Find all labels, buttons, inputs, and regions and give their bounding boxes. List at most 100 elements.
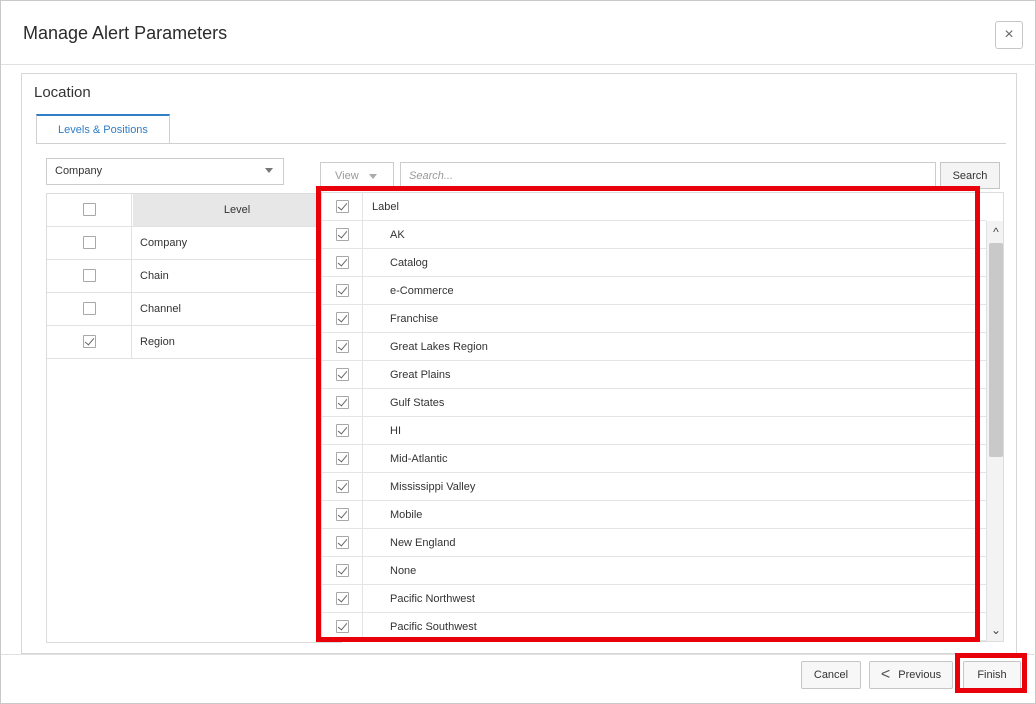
label-list: Label AK Catalog e-Commerce Franchise Great …	[321, 192, 1004, 642]
select-all-labels-checkbox[interactable]	[336, 200, 349, 213]
list-item[interactable]: Pacific Northwest	[322, 585, 986, 613]
label-checkbox[interactable]	[336, 396, 349, 409]
label-checkbox[interactable]	[336, 312, 349, 325]
column-divider	[362, 305, 363, 332]
label-text: Gulf States	[390, 397, 445, 409]
label-text: Franchise	[390, 313, 439, 325]
select-all-cell	[47, 194, 132, 226]
list-item[interactable]: Catalog	[322, 249, 986, 277]
checkbox-cell	[47, 293, 132, 325]
label-checkbox[interactable]	[336, 340, 349, 353]
label-checkbox[interactable]	[336, 592, 349, 605]
table-row[interactable]: Region	[47, 326, 341, 359]
list-item[interactable]: Mid-Atlantic	[322, 445, 986, 473]
label-list-header: Label	[322, 193, 986, 221]
column-divider	[362, 529, 363, 556]
list-item[interactable]: Great Lakes Region	[322, 333, 986, 361]
label-checkbox[interactable]	[336, 480, 349, 493]
column-divider	[362, 445, 363, 472]
level-checkbox[interactable]	[83, 236, 96, 249]
label-text: Catalog	[390, 257, 428, 269]
label-checkbox[interactable]	[336, 256, 349, 269]
list-item[interactable]: Gulf States	[322, 389, 986, 417]
chevron-down-icon	[369, 174, 377, 179]
label-text: None	[390, 565, 417, 577]
manage-alert-parameters-dialog: Manage Alert Parameters × Location Level…	[0, 0, 1036, 704]
tab-divider	[36, 143, 1006, 144]
location-panel: Location Levels & Positions Company Leve…	[21, 73, 1017, 654]
label-text: Mississippi Valley	[390, 481, 476, 493]
scroll-down-icon[interactable]: ⌄	[989, 621, 1003, 639]
label-text: HI	[390, 425, 401, 437]
chevron-down-icon	[265, 168, 273, 173]
level-select[interactable]: Company	[46, 158, 284, 185]
label-checkbox[interactable]	[336, 508, 349, 521]
close-icon: ×	[1004, 26, 1014, 43]
label-text: Great Plains	[390, 369, 451, 381]
list-item[interactable]: AK	[322, 221, 986, 249]
cancel-button[interactable]: Cancel	[801, 661, 861, 689]
checkbox-cell	[47, 260, 132, 292]
list-item[interactable]: e-Commerce	[322, 277, 986, 305]
scrollbar[interactable]: ^ ⌄	[986, 221, 1003, 641]
level-checkbox[interactable]	[83, 335, 96, 348]
column-divider	[362, 613, 363, 640]
label-checkbox[interactable]	[336, 368, 349, 381]
column-divider	[362, 501, 363, 528]
label-text: Pacific Northwest	[390, 593, 475, 605]
label-checkbox[interactable]	[336, 452, 349, 465]
list-item[interactable]: Mississippi Valley	[322, 473, 986, 501]
select-all-levels-checkbox[interactable]	[83, 203, 96, 216]
column-divider	[362, 585, 363, 612]
column-divider	[362, 193, 363, 220]
column-divider	[362, 389, 363, 416]
list-item[interactable]: Great Plains	[322, 361, 986, 389]
column-divider	[362, 249, 363, 276]
list-item[interactable]: Mobile	[322, 501, 986, 529]
finish-button[interactable]: Finish	[963, 661, 1021, 689]
search-input[interactable]: Search...	[400, 162, 936, 189]
label-text: Mobile	[390, 509, 423, 521]
label-checkbox[interactable]	[336, 228, 349, 241]
title-divider	[1, 64, 1036, 65]
search-button[interactable]: Search	[940, 162, 1000, 189]
column-divider	[362, 473, 363, 500]
label-column-header: Label	[372, 201, 399, 213]
label-checkbox[interactable]	[336, 424, 349, 437]
search-placeholder: Search...	[409, 170, 454, 182]
list-item[interactable]: Pacific Southwest	[322, 613, 986, 641]
level-table-header: Level	[47, 194, 341, 227]
column-divider	[362, 557, 363, 584]
view-menu-button[interactable]: View	[320, 162, 394, 189]
list-item[interactable]: HI	[322, 417, 986, 445]
scroll-up-icon[interactable]: ^	[989, 223, 1003, 241]
table-row[interactable]: Company	[47, 227, 341, 260]
label-text: Pacific Southwest	[390, 621, 477, 633]
column-divider	[362, 333, 363, 360]
close-button[interactable]: ×	[995, 21, 1023, 49]
list-item[interactable]: Franchise	[322, 305, 986, 333]
table-row[interactable]: Chain	[47, 260, 341, 293]
list-item[interactable]: New England	[322, 529, 986, 557]
previous-button[interactable]: < Previous	[869, 661, 953, 689]
table-row[interactable]: Channel	[47, 293, 341, 326]
level-column-header: Level	[133, 194, 341, 226]
level-table: Level Company Chain Channel Region	[46, 193, 342, 643]
chevron-left-icon: <	[880, 666, 891, 683]
previous-label: Previous	[898, 669, 942, 681]
column-divider	[362, 277, 363, 304]
level-label: Region	[140, 336, 175, 348]
list-item[interactable]: None	[322, 557, 986, 585]
level-checkbox[interactable]	[83, 302, 96, 315]
dialog-title: Manage Alert Parameters	[23, 23, 228, 43]
level-select-value: Company	[55, 165, 103, 177]
label-checkbox[interactable]	[336, 620, 349, 633]
label-checkbox[interactable]	[336, 564, 349, 577]
scroll-thumb[interactable]	[989, 243, 1003, 457]
tab-levels-positions[interactable]: Levels & Positions	[36, 114, 170, 144]
label-checkbox[interactable]	[336, 284, 349, 297]
section-title: Location	[34, 84, 91, 101]
view-label: View	[335, 170, 359, 182]
level-checkbox[interactable]	[83, 269, 96, 282]
label-checkbox[interactable]	[336, 536, 349, 549]
